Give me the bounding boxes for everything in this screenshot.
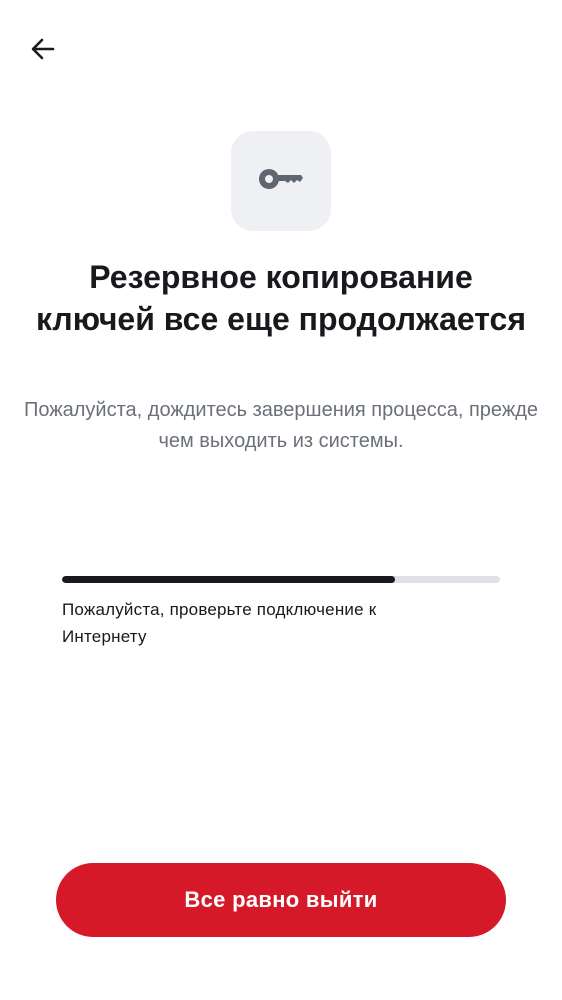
backup-progress-fill — [62, 576, 395, 583]
page-title: Резервное копирование ключей все еще про… — [36, 259, 526, 337]
arrow-left-icon — [29, 35, 57, 68]
page-subtitle: Пожалуйста, дождитесь завершения процесс… — [23, 399, 538, 452]
connection-status-text: Пожалуйста, проверьте подключение к Инте… — [62, 600, 377, 646]
key-icon-tile — [231, 131, 331, 231]
key-icon — [257, 165, 305, 198]
exit-anyway-button[interactable]: Все равно выйти — [56, 863, 506, 937]
backup-progress-bar — [62, 576, 500, 583]
back-button[interactable] — [22, 30, 64, 72]
